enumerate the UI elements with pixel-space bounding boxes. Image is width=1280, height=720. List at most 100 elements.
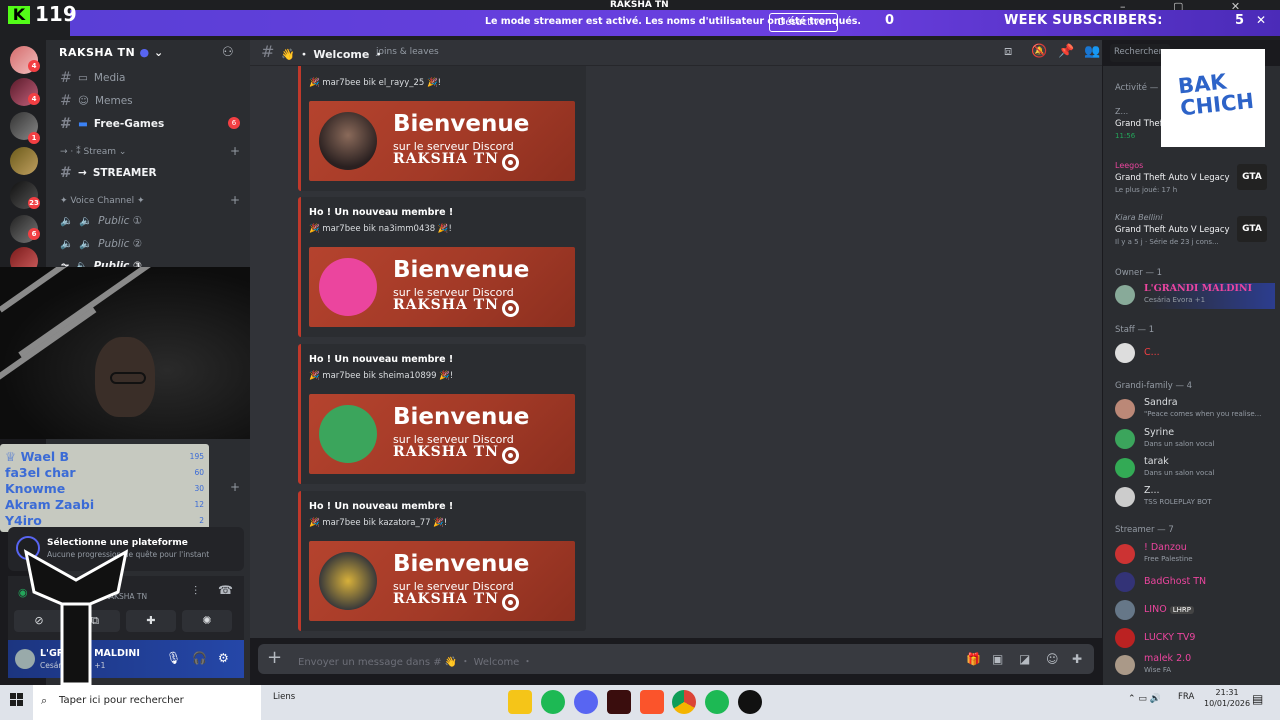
- leaderboard-row: Akram Zaabi 12: [5, 496, 204, 512]
- wall-decor: [0, 307, 97, 393]
- taskbar-search-placeholder: Taper ici pour rechercher: [59, 695, 184, 706]
- leaderboard-value: 2: [199, 515, 204, 525]
- add-member-icon[interactable]: ⚇: [222, 45, 234, 60]
- activity-card[interactable]: Kiara Bellini Grand Theft Auto V Legacy …: [1113, 212, 1273, 256]
- welcome-embed: Ho ! Un nouveau membre ! 🎉 mar7bee bik n…: [298, 197, 586, 337]
- gear-icon[interactable]: ⚙: [218, 651, 229, 665]
- illustrator-icon[interactable]: [607, 690, 631, 714]
- member-status: Wise FA: [1144, 666, 1172, 674]
- welcome-banner-image[interactable]: Bienvenue sur le serveur Discord RAKSHA …: [309, 247, 575, 327]
- leaderboard-name: Y4iro: [5, 512, 42, 528]
- keyboard-language[interactable]: FRA: [1178, 692, 1194, 702]
- close-icon[interactable]: ✕: [1256, 13, 1266, 27]
- voice-channel-public-1[interactable]: 🔈 🔈 Public ①: [60, 214, 142, 228]
- channel-media[interactable]: # ▭ Media: [60, 70, 125, 86]
- server-name: RAKSHA TN: [59, 46, 136, 59]
- file-explorer-icon[interactable]: [508, 690, 532, 714]
- section-activity: Activité — E: [1115, 83, 1167, 93]
- clock-date: 10/01/2026: [1204, 699, 1251, 708]
- microphone-icon[interactable]: 🎙: [166, 651, 181, 665]
- member-row[interactable]: Syrine Dans un salon vocal: [1115, 427, 1275, 453]
- member-row[interactable]: malek 2.0 Wise FA: [1115, 653, 1275, 679]
- member-row[interactable]: Sandra "Peace comes when you realise...: [1115, 397, 1275, 423]
- leaderboard-value: 60: [194, 467, 204, 477]
- activity-user: Kiara Bellini: [1115, 213, 1163, 222]
- obs-icon[interactable]: [738, 690, 762, 714]
- disable-streamer-button[interactable]: Désactiver: [769, 13, 838, 32]
- member-staff[interactable]: C...: [1115, 341, 1275, 367]
- member-row[interactable]: Z... TSS ROLEPLAY BOT: [1115, 485, 1275, 511]
- windows-start-icon[interactable]: [10, 693, 24, 707]
- member-name: Sandra: [1144, 397, 1178, 408]
- arrow-icon: →: [78, 167, 87, 179]
- avatar: [1115, 572, 1135, 592]
- sticker-icon[interactable]: ◪: [1019, 652, 1030, 666]
- member-row[interactable]: ! Danzou Free Palestine: [1115, 542, 1275, 568]
- add-channel-icon[interactable]: +: [230, 144, 240, 158]
- attach-plus-icon[interactable]: +: [267, 647, 282, 668]
- emoji-icon[interactable]: ☺: [1046, 652, 1059, 666]
- activity-user: Leegos: [1115, 161, 1144, 170]
- member-row[interactable]: tarak Dans un salon vocal: [1115, 456, 1275, 482]
- welcome-banner-image[interactable]: Bienvenue sur le serveur Discord RAKSHA …: [309, 541, 575, 621]
- member-status: TSS ROLEPLAY BOT: [1144, 498, 1212, 506]
- clock[interactable]: 21:31 10/01/2026: [1204, 687, 1250, 709]
- banner-title: Bienvenue: [393, 257, 530, 283]
- leaderboard-name-text: Wael B: [20, 448, 69, 464]
- notification-icon[interactable]: ▤: [1252, 692, 1263, 706]
- member-owner[interactable]: L'GRANDI MALDINI Cesária Evora +1: [1115, 283, 1275, 309]
- tray-icons[interactable]: ⌃ ▭ 🔊: [1128, 694, 1161, 704]
- leaderboard-value: 12: [194, 499, 204, 509]
- members-icon[interactable]: 👥: [1084, 44, 1100, 59]
- discord-icon[interactable]: [574, 690, 598, 714]
- channel-streamer[interactable]: # → STREAMER: [60, 165, 157, 181]
- member-row[interactable]: LUCKY TV9: [1115, 626, 1275, 652]
- welcome-banner-image[interactable]: Bienvenue sur le serveur Discord RAKSHA …: [309, 101, 575, 181]
- member-row[interactable]: BadGhost TN: [1115, 570, 1275, 596]
- liens-toolbar[interactable]: Liens: [273, 692, 295, 702]
- banner-server: RAKSHA TN: [393, 444, 499, 460]
- free-icon: ▬: [78, 118, 88, 130]
- channel-memes[interactable]: # ☺ Memes: [60, 93, 133, 109]
- spotify-icon[interactable]: [541, 690, 565, 714]
- pin-icon[interactable]: 📌: [1058, 44, 1074, 59]
- embed-description: 🎉 mar7bee bik kazatora_77 🎉!: [309, 518, 448, 528]
- banner-server: RAKSHA TN: [393, 297, 499, 313]
- category-voice[interactable]: ✦ Voice Channel ✦: [60, 196, 145, 206]
- soundboard-button[interactable]: ✺: [182, 610, 232, 632]
- hash-icon: #: [60, 70, 72, 86]
- message-input[interactable]: + Envoyer un message dans # 👋 ・ Welcome …: [258, 644, 1094, 674]
- server-icon[interactable]: [10, 147, 38, 175]
- activity-card[interactable]: Leegos Grand Theft Auto V Legacy Le plus…: [1113, 160, 1273, 204]
- welcome-embed: Ho ! Un nouveau membre ! 🎉 mar7bee bik k…: [298, 491, 586, 631]
- notifications-icon[interactable]: 🔕: [1031, 44, 1047, 59]
- headphones-icon[interactable]: 🎧: [192, 651, 207, 665]
- member-row[interactable]: LINO LHRP: [1115, 598, 1275, 624]
- gift-icon[interactable]: 🎁: [966, 652, 981, 666]
- avatar: [1115, 343, 1135, 363]
- chrome-icon[interactable]: [672, 690, 696, 714]
- welcome-banner-image[interactable]: Bienvenue sur le serveur Discord RAKSHA …: [309, 394, 575, 474]
- hash-icon: #: [60, 165, 72, 181]
- activities-button[interactable]: ✚: [126, 610, 176, 632]
- taskbar-search[interactable]: ⌕ Taper ici pour rechercher: [33, 685, 261, 720]
- channel-free-games[interactable]: # ▬ Free-Games: [60, 116, 164, 132]
- spotify-icon[interactable]: [705, 690, 729, 714]
- member-name: BadGhost TN: [1144, 576, 1207, 587]
- channel-title-text: Welcome: [313, 48, 370, 61]
- disconnect-icon[interactable]: ☎: [218, 583, 233, 597]
- apps-icon[interactable]: ✚: [1072, 652, 1082, 666]
- speaker-icon: 🔈: [60, 238, 74, 250]
- hash-icon: #: [60, 93, 72, 109]
- add-channel-icon[interactable]: +: [230, 193, 240, 207]
- member-status: Cesária Evora +1: [1144, 296, 1206, 304]
- gif-icon[interactable]: ▣: [992, 652, 1003, 666]
- category-stream[interactable]: → · ⁑ Stream ⌄: [60, 147, 126, 157]
- server-header[interactable]: RAKSHA TN ● ⌄: [59, 46, 164, 59]
- brave-icon[interactable]: [640, 690, 664, 714]
- streamer-mode-banner: Le mode streamer est activé. Les noms d'…: [70, 10, 1280, 36]
- soundboard-icon[interactable]: ⫶: [194, 584, 197, 599]
- threads-icon[interactable]: ⧈: [1004, 44, 1012, 59]
- voice-channel-public-2[interactable]: 🔈 🔈 Public ②: [60, 237, 142, 251]
- add-channel-icon[interactable]: +: [230, 480, 240, 494]
